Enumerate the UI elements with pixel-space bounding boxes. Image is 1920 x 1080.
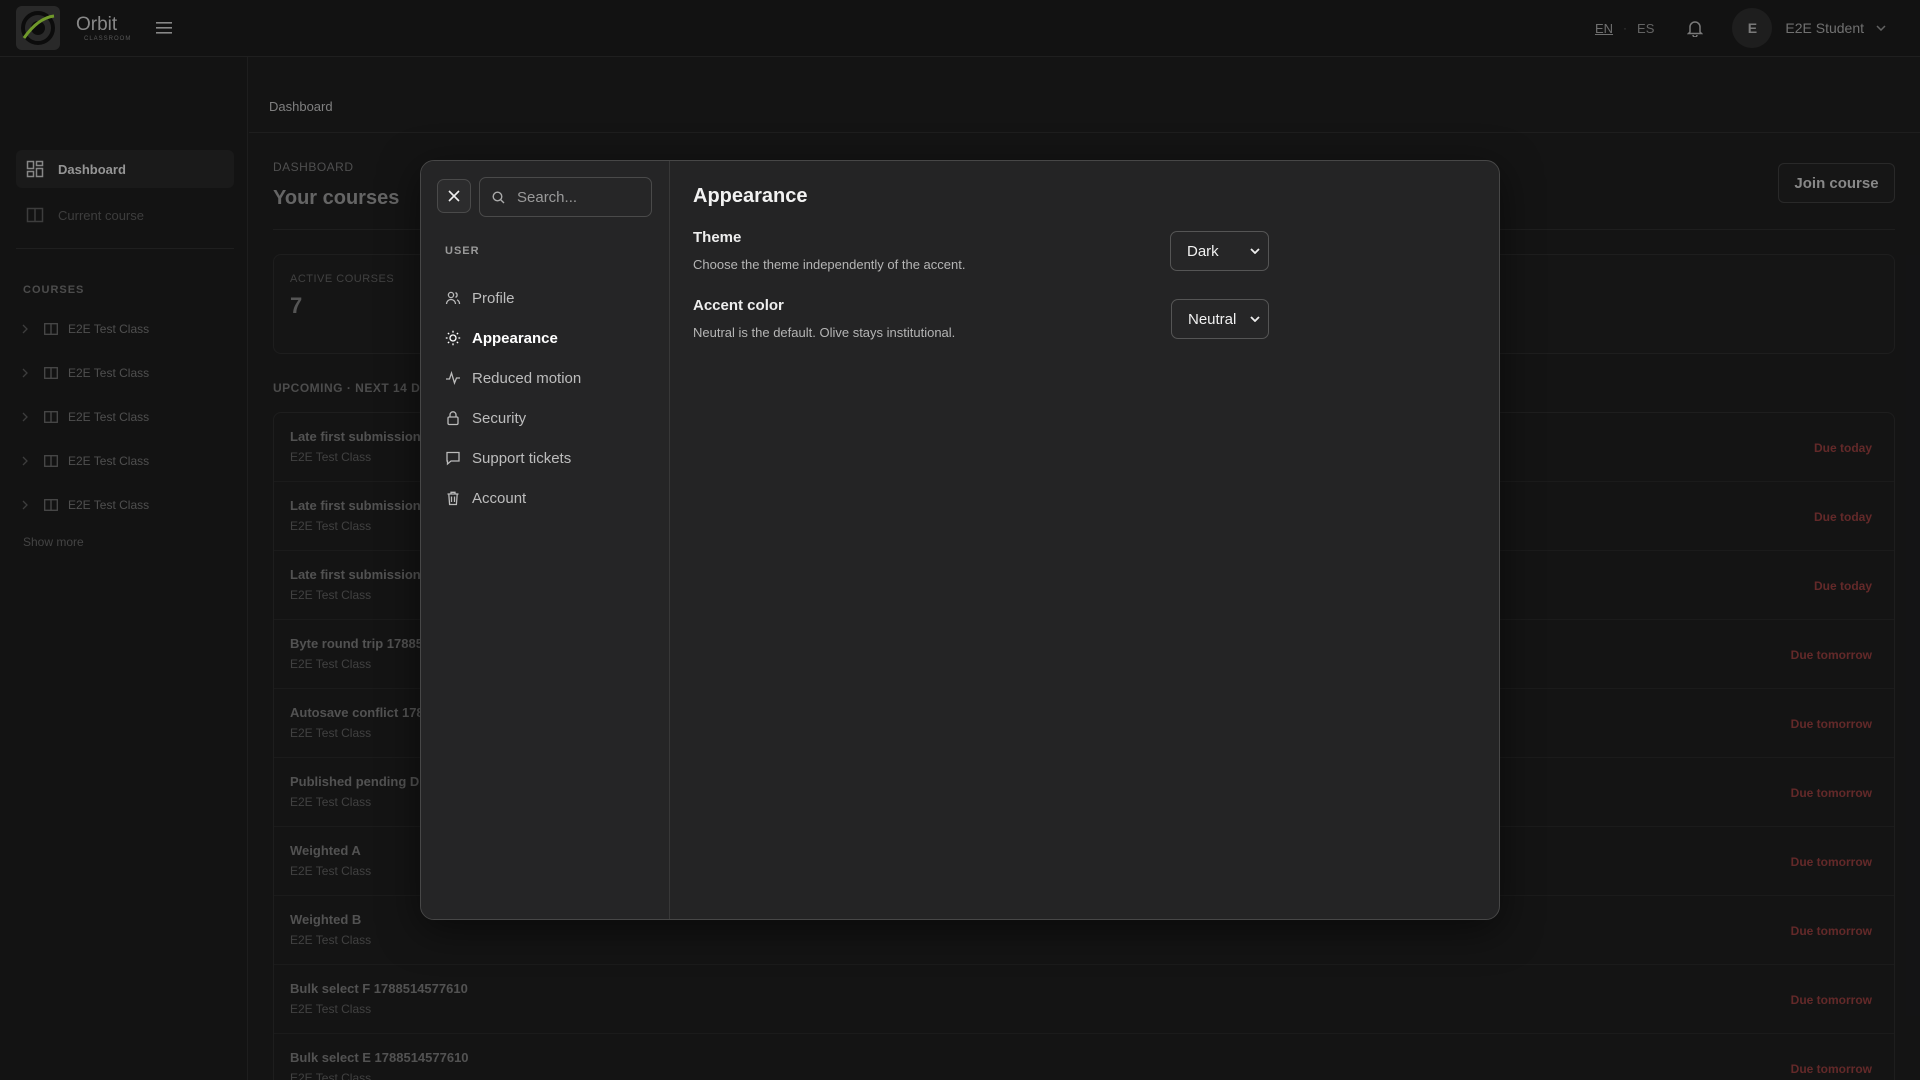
theme-select-value: Dark xyxy=(1187,242,1219,260)
accent-color-description: Neutral is the default. Olive stays inst… xyxy=(693,325,956,340)
appearance-panel: Appearance Theme Choose the theme indepe… xyxy=(693,161,1493,919)
search-input[interactable] xyxy=(517,188,637,206)
nav-item-appearance[interactable]: Appearance xyxy=(445,326,558,350)
settings-modal: USER Profile Appearance xyxy=(420,160,1500,920)
settings-search xyxy=(479,177,652,217)
nav-item-support-tickets[interactable]: Support tickets xyxy=(445,446,571,470)
nav-item-security[interactable]: Security xyxy=(445,406,526,430)
trash-icon xyxy=(445,490,461,506)
sun-icon xyxy=(445,330,461,346)
message-icon xyxy=(445,450,461,466)
activity-icon xyxy=(445,370,461,386)
theme-select[interactable]: Dark xyxy=(1170,231,1269,271)
nav-item-label: Account xyxy=(472,489,527,507)
chevron-down-icon xyxy=(1250,316,1260,322)
nav-item-label: Security xyxy=(472,409,527,427)
theme-description: Choose the theme independently of the ac… xyxy=(693,257,966,272)
close-button[interactable] xyxy=(437,179,471,213)
nav-item-profile[interactable]: Profile xyxy=(445,286,515,310)
nav-item-label: Support tickets xyxy=(472,449,572,467)
nav-item-label: Appearance xyxy=(472,329,558,347)
nav-item-account[interactable]: Account xyxy=(445,486,526,510)
search-icon xyxy=(492,190,505,203)
accent-select-value: Neutral xyxy=(1188,310,1237,328)
accent-color-label: Accent color xyxy=(693,297,784,314)
settings-nav: USER Profile Appearance xyxy=(421,161,670,919)
users-icon xyxy=(445,290,461,306)
panel-title: Appearance xyxy=(693,185,808,207)
nav-item-label: Reduced motion xyxy=(472,369,582,387)
close-icon xyxy=(448,190,460,202)
nav-heading: USER xyxy=(445,245,480,257)
accent-color-select[interactable]: Neutral xyxy=(1171,299,1269,339)
lock-icon xyxy=(445,410,461,426)
theme-label: Theme xyxy=(693,229,742,246)
nav-item-label: Profile xyxy=(472,289,515,307)
chevron-down-icon xyxy=(1250,248,1260,254)
nav-item-reduced-motion[interactable]: Reduced motion xyxy=(445,366,581,390)
